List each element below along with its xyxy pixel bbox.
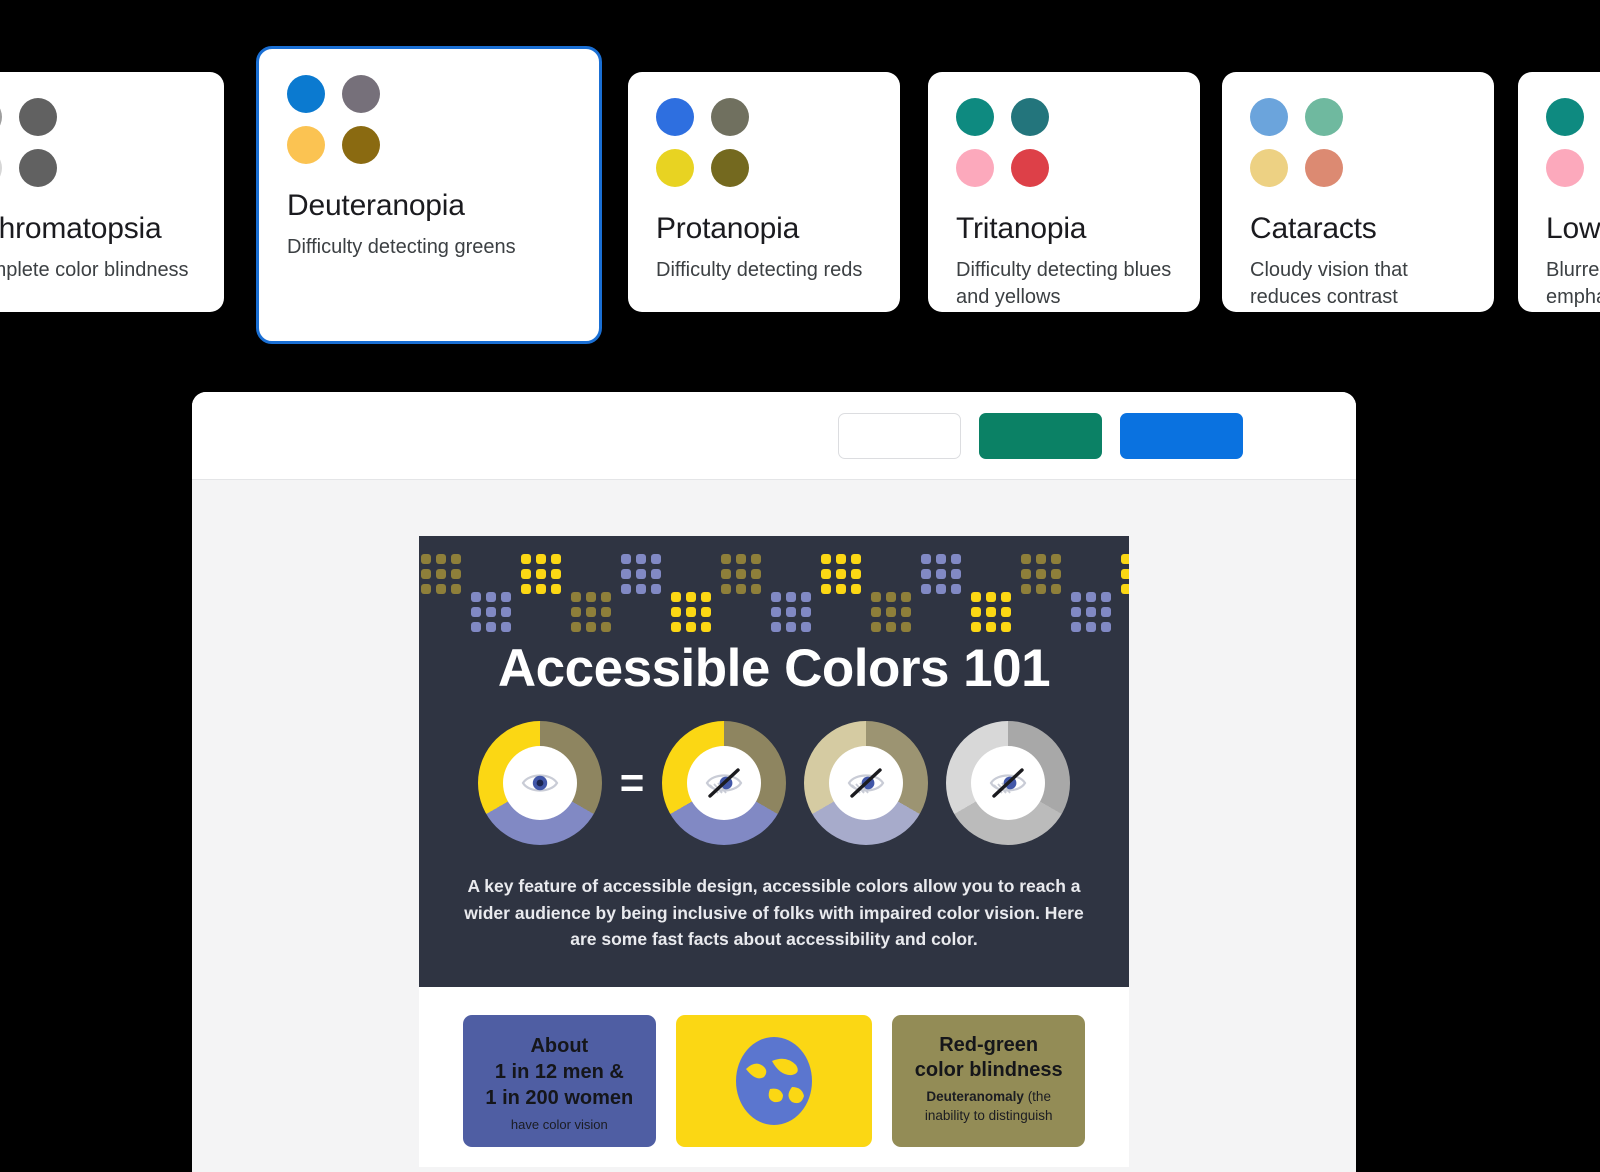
stat-card-prevalence: About 1 in 12 men & 1 in 200 women have col…: [463, 1014, 656, 1148]
color-swatch-2: [711, 98, 749, 136]
color-swatch-3: [656, 149, 694, 187]
browser-content-area: Accessible Colors 101 = A key feature of…: [192, 480, 1356, 1172]
card-description: Difficulty detecting reds: [656, 258, 863, 281]
vision-donut-2: [662, 721, 787, 845]
vision-donut-4: [946, 721, 1071, 845]
color-swatch-grid: [656, 98, 872, 187]
card-title: Tritanopia: [956, 212, 1087, 245]
dot-block: [821, 554, 861, 594]
eye-open-icon: [502, 746, 577, 820]
card-description: Difficulty detecting greens: [287, 235, 516, 258]
stat-line-1: About: [530, 1034, 589, 1057]
color-swatch-2: [342, 75, 380, 113]
infographic-stats-row: About 1 in 12 men & 1 in 200 women have col…: [419, 986, 1129, 1168]
card-description: Cloudy vision that reduces contrast: [1250, 258, 1408, 309]
eye-closed-icon: [687, 746, 762, 820]
color-swatch-4: [19, 149, 57, 187]
color-swatch-2: [19, 98, 57, 136]
color-swatch-grid: [0, 98, 196, 187]
infographic-paragraph: A key feature of accessible design, acce…: [464, 876, 1084, 950]
dot-block: [721, 554, 761, 594]
browser-preview-window: Accessible Colors 101 = A key feature of…: [192, 392, 1356, 1172]
card-title: Deuteranopia: [287, 189, 465, 222]
color-swatch-3: [956, 149, 994, 187]
screenshot-root: Achromatopsia Complete color blindness Deu…: [0, 0, 1600, 1172]
infographic-title: Accessible Colors 101: [497, 639, 1051, 698]
toolbar-button-outline[interactable]: [838, 412, 961, 459]
color-swatch-3: [1250, 149, 1288, 187]
dot-block: [471, 592, 511, 632]
card-description: Blurred vision that de-emphasizes detail: [1546, 258, 1600, 309]
toolbar-button-blue[interactable]: [1120, 412, 1243, 459]
stat-heading-1: Red-green: [939, 1033, 1039, 1056]
vision-simulation-card-low-vision[interactable]: Low Vision Blurred vision that de-emphasi…: [1518, 72, 1600, 312]
globe-icon: [736, 1037, 812, 1126]
stat-heading-2: color blindness: [914, 1059, 1063, 1082]
eye-closed-icon: [829, 746, 904, 820]
infographic-hero: Accessible Colors 101 = A key feature of…: [419, 536, 1129, 987]
card-title: Low Vision: [1546, 212, 1600, 245]
color-swatch-3: [0, 149, 2, 187]
dot-block: [1071, 592, 1111, 632]
equals-sign: =: [619, 759, 645, 806]
dot-block: [671, 592, 711, 632]
vision-simulation-card-deuteranopia[interactable]: Deuteranopia Difficulty detecting greens: [256, 46, 602, 344]
stat-card-red-green: Red-green color blindness Deuteranomaly (t…: [892, 1014, 1086, 1148]
color-swatch-4: [342, 126, 380, 164]
card-title: Achromatopsia: [0, 212, 162, 245]
stat-card-globe: [675, 1014, 873, 1148]
stat-line-3: 1 in 200 women: [485, 1086, 634, 1109]
vision-simulation-card-achromatopsia[interactable]: Achromatopsia Complete color blindness: [0, 72, 224, 312]
color-swatch-3: [287, 126, 325, 164]
color-swatch-4: [711, 149, 749, 187]
dot-block: [871, 592, 911, 632]
dot-block: [971, 592, 1011, 632]
color-swatch-2: [1305, 98, 1343, 136]
infographic: Accessible Colors 101 = A key feature of…: [419, 536, 1129, 1172]
stat-body: Deuteranomaly (the inability to distingu…: [924, 1088, 1053, 1123]
dot-pattern-band: [419, 536, 1129, 632]
color-swatch-4: [1305, 149, 1343, 187]
dot-block: [621, 554, 661, 594]
stat-caption: have color vision: [510, 1116, 608, 1132]
eye-closed-icon: [971, 746, 1046, 820]
color-swatch-grid: [287, 75, 571, 164]
color-swatch-1: [287, 75, 325, 113]
card-description: Difficulty detecting blues and yellows: [956, 258, 1172, 309]
color-swatch-grid: [1250, 98, 1466, 187]
vision-simulation-card-tritanopia[interactable]: Tritanopia Difficulty detecting blues and…: [928, 72, 1200, 312]
dot-block: [571, 592, 611, 632]
card-description: Complete color blindness: [0, 258, 189, 281]
vision-donut-3: [804, 721, 929, 845]
color-swatch-grid: [1546, 98, 1600, 187]
dot-block: [421, 554, 461, 594]
vision-simulation-card-strip: Achromatopsia Complete color blindness Deu…: [0, 0, 1600, 360]
color-swatch-4: [1011, 149, 1049, 187]
dot-block: [1121, 554, 1129, 594]
toolbar-button-teal[interactable]: [979, 412, 1102, 459]
card-title: Protanopia: [656, 212, 800, 245]
vision-simulation-card-cataracts[interactable]: Cataracts Cloudy vision that reduces cont…: [1222, 72, 1494, 312]
dot-block: [921, 554, 961, 594]
color-swatch-1: [1250, 98, 1288, 136]
color-swatch-1: [656, 98, 694, 136]
dot-block: [771, 592, 811, 632]
browser-toolbar: [192, 392, 1356, 480]
dot-block: [1021, 554, 1061, 594]
stat-line-2: 1 in 12 men &: [494, 1060, 624, 1083]
eye-donut-row: =: [419, 721, 1129, 845]
color-swatch-1: [1546, 98, 1584, 136]
color-swatch-grid: [956, 98, 1172, 187]
vision-simulation-card-protanopia[interactable]: Protanopia Difficulty detecting reds: [628, 72, 900, 312]
dot-block: [521, 554, 561, 594]
color-swatch-2: [1011, 98, 1049, 136]
card-title: Cataracts: [1250, 212, 1377, 245]
color-swatch-1: [956, 98, 994, 136]
color-swatch-1: [0, 98, 2, 136]
color-swatch-3: [1546, 149, 1584, 187]
vision-donut-1: [477, 721, 602, 845]
